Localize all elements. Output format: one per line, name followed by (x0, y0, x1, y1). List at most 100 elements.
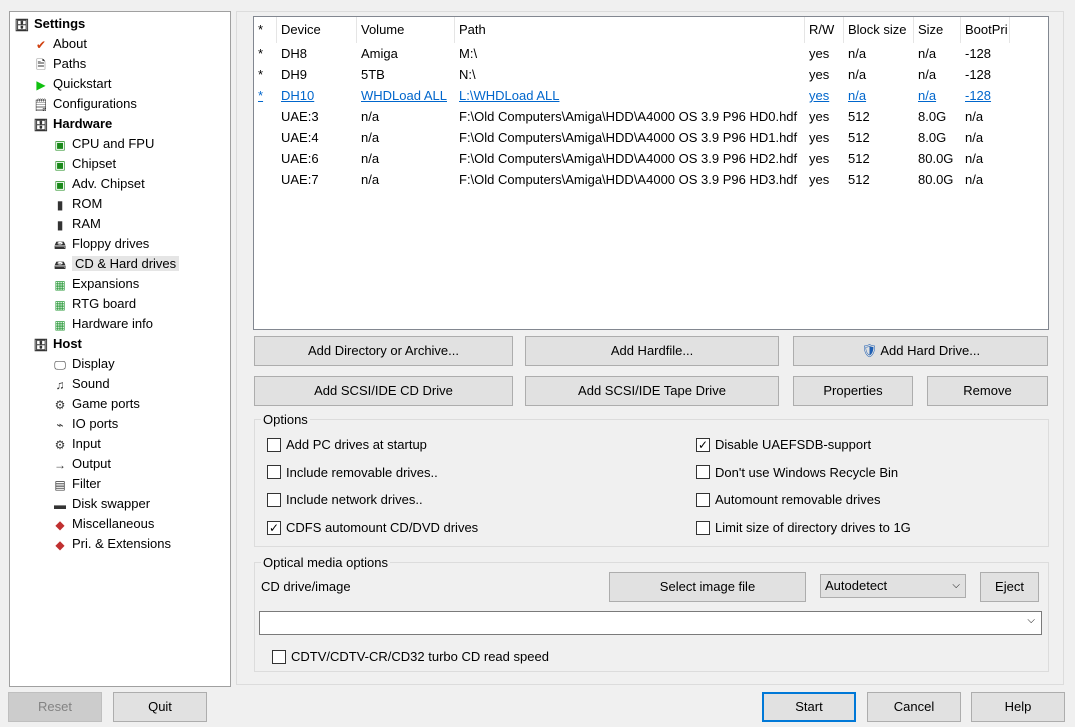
checkbox-box[interactable] (267, 492, 281, 507)
table-row[interactable]: UAE:7 n/a F:\Old Computers\Amiga\HDD\A4000… (254, 169, 1048, 190)
table-cell: 80.0G (918, 151, 954, 166)
table-cell: n/a (361, 109, 380, 124)
column-header[interactable]: Size (914, 17, 961, 43)
tree-item-pri-extensions[interactable]: ◆ Pri. & Extensions (52, 534, 171, 554)
add-tape-drive-button[interactable]: Add SCSI/IDE Tape Drive (525, 376, 779, 406)
table-cell: DH10 (281, 88, 315, 103)
column-header[interactable]: Block size (844, 17, 914, 43)
table-cell: yes (809, 172, 830, 187)
tree-item-input[interactable]: ⚙ Input (52, 434, 101, 454)
tree-item-hardware[interactable]: 🗄 Hardware (33, 114, 112, 134)
tree-item-label: Expansions (72, 276, 140, 291)
settings-icon: 🗄 (14, 17, 30, 32)
add-hard-drive-label: Add Hard Drive... (880, 343, 981, 358)
column-header[interactable]: BootPri (961, 17, 1010, 43)
tree-item-label: Chipset (72, 156, 117, 171)
table-cell: 512 (848, 172, 870, 187)
option-checkbox-disable-uaefsdb-support[interactable]: ✓ Disable UAEFSDB-support (696, 436, 871, 454)
option-checkbox-include-removable-drives[interactable]: Include removable drives.. (267, 464, 438, 482)
add-directory-button[interactable]: Add Directory or Archive... (254, 336, 513, 366)
tree-item-game-ports[interactable]: ⚙ Game ports (52, 394, 140, 414)
tree-item-rom[interactable]: ▮ ROM (52, 194, 103, 214)
table-row[interactable]: * DH9 5TB N:\ yes n/a n/a -128 (254, 64, 1048, 85)
eject-button[interactable]: Eject (980, 572, 1039, 602)
tree-item-label: Disk swapper (72, 496, 151, 511)
drive-list[interactable]: * Device Volume Path R/W Block size Size BootPr… (253, 16, 1049, 330)
checkbox-box[interactable] (272, 649, 286, 664)
option-checkbox-automount-removable-drives[interactable]: Automount removable drives (696, 491, 880, 509)
turbo-cd-checkbox[interactable]: CDTV/CDTV-CR/CD32 turbo CD read speed (272, 648, 549, 666)
cancel-button[interactable]: Cancel (867, 692, 961, 722)
tree-item-ram[interactable]: ▮ RAM (52, 214, 101, 234)
tree-item-cd-hard-drives[interactable]: 🖴 CD & Hard drives (52, 254, 180, 274)
add-cd-drive-button[interactable]: Add SCSI/IDE CD Drive (254, 376, 513, 406)
quit-button[interactable]: Quit (113, 692, 207, 722)
add-hard-drive-button[interactable]: 🛡 Add Hard Drive... (793, 336, 1048, 366)
reset-button[interactable]: Reset (8, 692, 102, 722)
tree-item-quickstart[interactable]: ▶ Quickstart (33, 74, 112, 94)
option-checkbox-don-t-use-windows-recycle-bin[interactable]: Don't use Windows Recycle Bin (696, 464, 898, 482)
table-cell: N:\ (459, 67, 476, 82)
column-header[interactable]: * (254, 17, 277, 43)
cd-path-combobox[interactable]: ⌵ (259, 611, 1042, 635)
column-header[interactable]: Volume (357, 17, 455, 43)
add-hardfile-button[interactable]: Add Hardfile... (525, 336, 779, 366)
table-row[interactable]: UAE:4 n/a F:\Old Computers\Amiga\HDD\A4000… (254, 127, 1048, 148)
settings-tree[interactable]: 🗄 Settings ✔ About 🗎 Paths ▶ Quickstart 🗒 Configu… (9, 11, 231, 687)
remove-button[interactable]: Remove (927, 376, 1048, 406)
tree-item-chipset[interactable]: ▣ Chipset (52, 154, 116, 174)
checkbox-box[interactable]: ✓ (696, 437, 710, 452)
table-cell: n/a (965, 172, 984, 187)
tree-item-miscellaneous[interactable]: ◆ Miscellaneous (52, 514, 154, 534)
chevron-down-icon: ⌵ (1027, 615, 1035, 626)
table-row[interactable]: UAE:6 n/a F:\Old Computers\Amiga\HDD\A4000… (254, 148, 1048, 169)
checkbox-box[interactable] (267, 437, 281, 452)
tree-item-host[interactable]: 🗄 Host (33, 334, 82, 354)
disk-swapper-icon: ▬ (54, 497, 66, 512)
tree-item-output[interactable]: → Output (52, 454, 111, 474)
checkbox-box[interactable] (696, 520, 710, 535)
tree-item-label: IO ports (72, 416, 119, 431)
table-cell: DH9 (281, 67, 308, 82)
tree-item-expansions[interactable]: ▦ Expansions (52, 274, 139, 294)
option-checkbox-add-pc-drives-at-startup[interactable]: Add PC drives at startup (267, 436, 427, 454)
option-checkbox-include-network-drives[interactable]: Include network drives.. (267, 491, 423, 509)
tree-item-configurations[interactable]: 🗒 Configurations (33, 94, 136, 114)
tree-item-disk-swapper[interactable]: ▬ Disk swapper (52, 494, 150, 514)
tree-item-label: Floppy drives (72, 236, 150, 251)
tree-item-hardware-info[interactable]: ▦ Hardware info (52, 314, 153, 334)
column-header[interactable]: Device (277, 17, 357, 43)
properties-button[interactable]: Properties (793, 376, 913, 406)
tree-item-floppy-drives[interactable]: 🖴 Floppy drives (52, 234, 149, 254)
tree-item-label: Sound (72, 376, 110, 391)
cd-mode-select[interactable]: Autodetect ⌵ (820, 574, 966, 598)
checkbox-box[interactable]: ✓ (267, 520, 281, 535)
start-button[interactable]: Start (762, 692, 856, 722)
select-image-button[interactable]: Select image file (609, 572, 806, 602)
help-button[interactable]: Help (971, 692, 1065, 722)
tree-item-about[interactable]: ✔ About (33, 34, 87, 54)
tree-item-label: Hardware (53, 116, 113, 131)
checkbox-box[interactable] (267, 465, 281, 480)
table-row[interactable]: * DH10 WHDLoad ALL L:\WHDLoad ALL yes n/a n/a -… (254, 85, 1048, 106)
option-checkbox-limit-size-of-directory-drives-to-1g[interactable]: Limit size of directory drives to 1G (696, 519, 911, 537)
column-header[interactable]: R/W (805, 17, 844, 43)
tree-item-paths[interactable]: 🗎 Paths (33, 54, 86, 74)
tree-item-rtg-board[interactable]: ▦ RTG board (52, 294, 136, 314)
tree-item-display[interactable]: 🖵 Display (52, 354, 114, 374)
tree-item-sound[interactable]: ♫ Sound (52, 374, 110, 394)
tree-item-io-ports[interactable]: ⌁ IO ports (52, 414, 118, 434)
table-row[interactable]: * DH8 Amiga M:\ yes n/a n/a -128 (254, 43, 1048, 64)
checkbox-box[interactable] (696, 465, 710, 480)
tree-item-adv-chipset[interactable]: ▣ Adv. Chipset (52, 174, 144, 194)
table-row[interactable]: UAE:3 n/a F:\Old Computers\Amiga\HDD\A4000… (254, 106, 1048, 127)
tree-item-label: Quickstart (53, 76, 112, 91)
tree-item-filter[interactable]: ▤ Filter (52, 474, 101, 494)
tree-item-cpu-and-fpu[interactable]: ▣ CPU and FPU (52, 134, 154, 154)
table-cell: yes (809, 88, 830, 103)
tree-item-settings[interactable]: 🗄 Settings (14, 14, 85, 34)
checkbox-box[interactable] (696, 492, 710, 507)
column-header[interactable]: Path (455, 17, 805, 43)
option-checkbox-cdfs-automount-cd-dvd-drives[interactable]: ✓ CDFS automount CD/DVD drives (267, 519, 478, 537)
floppy-icon: 🖴 (53, 237, 67, 252)
